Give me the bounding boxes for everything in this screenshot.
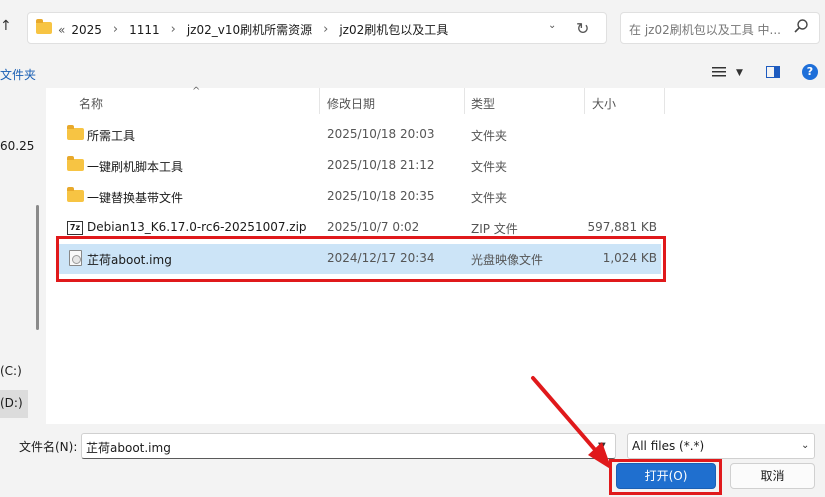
chevron-down-icon: ⌄	[801, 440, 810, 451]
sort-ascending-icon: ^	[192, 86, 201, 97]
nav-item-c-drive[interactable]: (C:)	[0, 364, 22, 378]
file-name: 一键替换基带文件	[87, 191, 184, 205]
file-name: 一键刷机脚本工具	[87, 160, 184, 174]
column-divider[interactable]	[464, 88, 465, 114]
file-size: 597,881 KB	[587, 220, 657, 234]
nav-item-drive[interactable]: 60.25	[0, 139, 34, 153]
chevron-down-icon[interactable]: ▼	[598, 441, 606, 452]
breadcrumb: « 2025 › 1111 › jz02_v10刷机所需资源 › jz02刷机包…	[58, 21, 448, 38]
filename-value: 芷荷aboot.img	[86, 441, 171, 455]
search-input[interactable]: 在 jz02刷机包以及工具 中...	[620, 12, 820, 44]
file-name: Debian13_K6.17.0-rc6-20251007.zip	[87, 220, 307, 234]
folder-icon	[36, 19, 52, 34]
column-header-size[interactable]: 大小	[592, 95, 616, 112]
folder-icon	[67, 187, 84, 202]
help-icon[interactable]: ?	[802, 64, 818, 80]
chevron-right-icon: ›	[112, 22, 119, 37]
breadcrumb-overflow[interactable]: «	[58, 23, 65, 37]
search-icon	[794, 19, 808, 33]
chevron-right-icon: ›	[170, 22, 176, 37]
breadcrumb-item[interactable]: jz02刷机包以及工具	[339, 21, 448, 38]
breadcrumb-item[interactable]: 2025	[71, 23, 102, 37]
address-bar[interactable]: « 2025 › 1111 › jz02_v10刷机所需资源 › jz02刷机包…	[27, 12, 607, 44]
folder-icon	[67, 125, 84, 140]
zip-icon: 7z	[67, 221, 83, 235]
breadcrumb-item[interactable]: jz02_v10刷机所需资源	[187, 21, 312, 38]
file-type: 文件夹	[471, 129, 508, 143]
new-folder-button[interactable]: 文件夹	[0, 66, 36, 83]
search-placeholder: 在 jz02刷机包以及工具 中...	[629, 23, 781, 37]
column-header-name[interactable]: 名称	[79, 95, 103, 112]
chevron-down-icon[interactable]: ⌄	[548, 20, 556, 31]
cancel-button[interactable]: 取消	[730, 463, 815, 489]
nav-scrollbar[interactable]	[36, 205, 39, 330]
annotation-highlight-box	[609, 459, 722, 495]
file-type: 文件夹	[471, 191, 508, 205]
file-date: 2025/10/18 20:03	[327, 127, 435, 141]
filetype-select[interactable]: All files (*.*) ⌄	[627, 433, 815, 459]
column-divider[interactable]	[664, 88, 665, 114]
file-name: 所需工具	[87, 129, 136, 143]
breadcrumb-item[interactable]: 1111	[129, 23, 160, 37]
file-date: 2025/10/18 21:12	[327, 158, 435, 172]
nav-item-d-drive[interactable]: (D:)	[0, 396, 23, 410]
annotation-highlight-box	[56, 236, 666, 282]
up-arrow-icon[interactable]: ↑	[0, 18, 12, 34]
filename-label: 文件名(N):	[19, 440, 78, 454]
file-date: 2025/10/7 0:02	[327, 220, 420, 234]
chevron-down-icon[interactable]: ▼	[736, 68, 743, 78]
column-divider[interactable]	[319, 88, 320, 114]
chevron-right-icon: ›	[323, 22, 329, 37]
list-item[interactable]: 一键替换基带文件 2025/10/18 20:35 文件夹	[56, 182, 661, 212]
column-divider[interactable]	[584, 88, 585, 114]
list-item[interactable]: 一键刷机脚本工具 2025/10/18 21:12 文件夹	[56, 151, 661, 181]
column-header-type[interactable]: 类型	[471, 95, 495, 112]
column-header-date[interactable]: 修改日期	[327, 95, 375, 112]
refresh-icon[interactable]: ↻	[576, 19, 589, 38]
view-list-icon[interactable]	[712, 66, 726, 78]
file-type: ZIP 文件	[471, 222, 518, 236]
folder-icon	[67, 156, 84, 171]
file-type: 文件夹	[471, 160, 508, 174]
preview-pane-icon[interactable]	[766, 66, 780, 78]
file-date: 2025/10/18 20:35	[327, 189, 435, 203]
list-item[interactable]: 所需工具 2025/10/18 20:03 文件夹	[56, 120, 661, 150]
filetype-value: All files (*.*)	[632, 439, 705, 453]
filename-field[interactable]: 芷荷aboot.img	[81, 433, 616, 459]
